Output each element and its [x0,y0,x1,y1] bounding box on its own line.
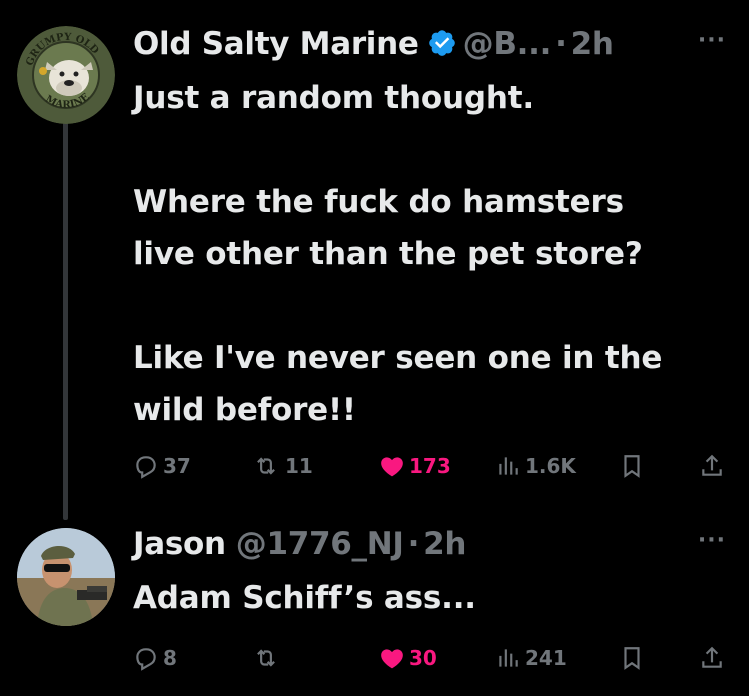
avatar-old-salty-marine[interactable]: GRUMPY OLD MARINE [17,26,115,124]
author-handle[interactable]: @1776_NJ [236,526,404,562]
like-count: 173 [409,454,451,478]
author-handle[interactable]: @B... [463,26,552,62]
tweet-text: Just a random thought. Where the fuck do… [133,80,663,428]
reply-count: 37 [163,454,191,478]
author-name[interactable]: Jason [133,526,226,562]
bulldog-avatar-image: GRUMPY OLD MARINE [17,26,115,124]
reply-icon [136,456,156,479]
reply-count: 8 [163,646,177,670]
like-button[interactable]: 173 [379,448,451,484]
tweet-actions: 8 30 241 [133,640,733,676]
views-button[interactable]: 1.6K [495,448,576,484]
views-icon [499,457,518,475]
views-button[interactable]: 241 [495,640,567,676]
tweet-actions: 37 11 173 1.6K [133,448,733,484]
more-icon[interactable]: ··· [698,528,726,553]
share-icon [702,646,722,668]
repost-icon [257,649,275,667]
views-count: 1.6K [525,454,576,478]
reply-button[interactable]: 37 [133,448,191,484]
repost-count: 11 [285,454,313,478]
bookmark-button[interactable] [619,448,649,484]
repost-button[interactable] [251,640,285,676]
bookmark-button[interactable] [619,640,649,676]
share-button[interactable] [699,640,729,676]
tweet-text: Adam Schiff’s ass... [133,580,476,616]
avatar-jason[interactable] [17,528,115,626]
tweet-header: Old Salty Marine @B... · 2h [133,24,614,68]
reply-icon [136,648,156,671]
more-icon[interactable]: ··· [698,28,726,53]
share-button[interactable] [699,448,729,484]
separator-dot: · [555,26,567,62]
tweet-1[interactable]: GRUMPY OLD MARINE Old Salty Marine @B... ·… [0,0,749,520]
like-icon [381,649,403,669]
jason-avatar-image [17,528,115,626]
reply-button[interactable]: 8 [133,640,177,676]
tweet-2[interactable]: Jason @1776_NJ · 2h ··· Adam Schiff’s ass..… [0,520,749,696]
tweet-header: Jason @1776_NJ · 2h [133,524,466,564]
repost-button[interactable]: 11 [251,448,313,484]
author-name[interactable]: Old Salty Marine [133,26,419,62]
bookmark-icon [624,647,640,670]
like-icon [381,457,403,477]
like-button[interactable]: 30 [379,640,437,676]
share-icon [702,454,722,476]
views-icon [499,649,518,667]
bookmark-icon [624,455,640,478]
verified-badge-icon [427,28,457,68]
tweet-time[interactable]: 2h [423,526,466,562]
repost-icon [257,457,275,475]
like-count: 30 [409,646,437,670]
separator-dot: · [407,526,420,562]
views-count: 241 [525,646,567,670]
tweet-time[interactable]: 2h [571,26,614,62]
